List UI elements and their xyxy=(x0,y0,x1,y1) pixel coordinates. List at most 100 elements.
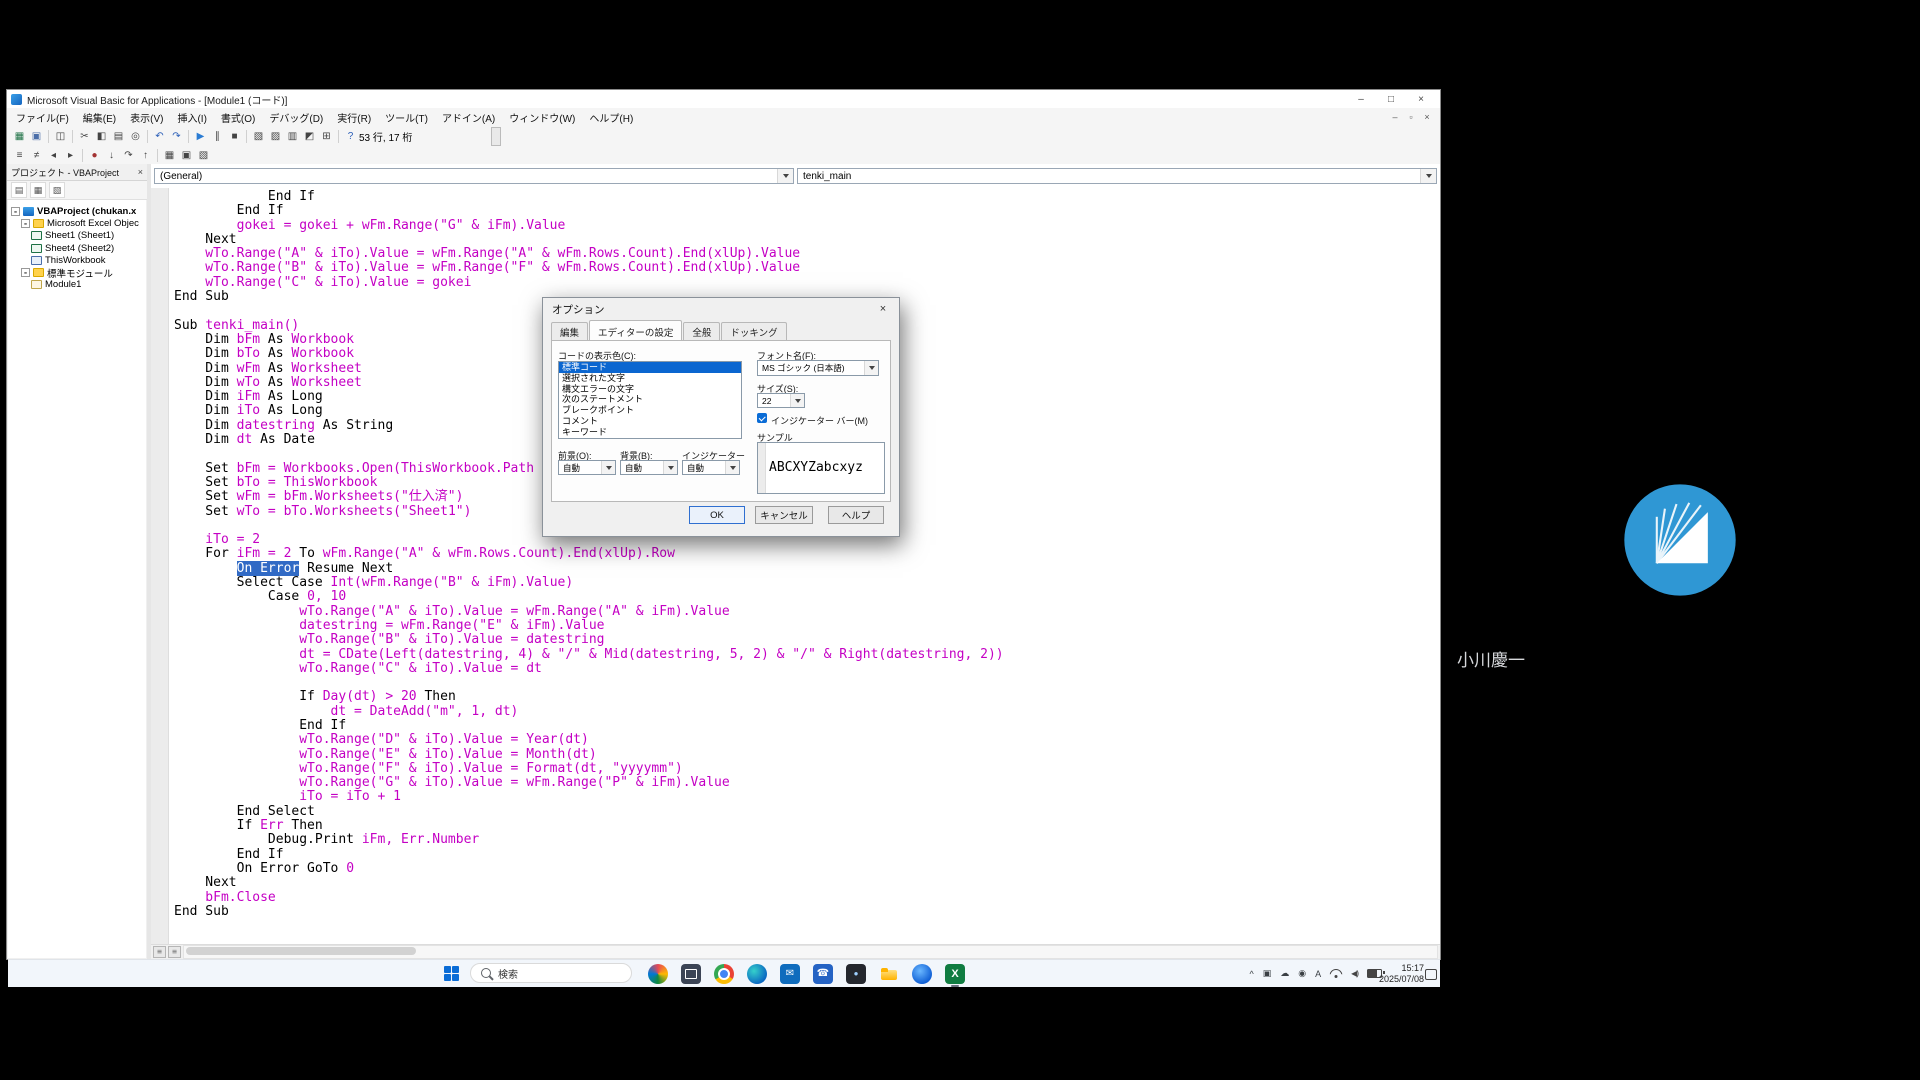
child-minimize-button[interactable]: – xyxy=(1387,112,1403,122)
view-excel-icon[interactable]: ▦ xyxy=(12,129,27,144)
color-list-item-3[interactable]: 次のステートメント xyxy=(559,394,741,405)
menu-item-1[interactable]: 編集(E) xyxy=(76,108,123,126)
copy-icon[interactable]: ◧ xyxy=(94,129,109,144)
indicator-dropdown[interactable]: 自動 xyxy=(682,460,740,475)
toggle-breakpoint-icon[interactable]: ● xyxy=(87,148,102,163)
design-mode-icon[interactable]: ▧ xyxy=(251,129,266,144)
taskview-icon[interactable] xyxy=(681,964,701,984)
ime-icon[interactable]: A xyxy=(1315,969,1321,979)
indicator-margin[interactable] xyxy=(151,188,169,945)
options-dialog-titlebar[interactable]: オプション xyxy=(543,298,899,320)
volume-icon[interactable]: ◀) xyxy=(1351,969,1358,978)
view-object-icon[interactable]: ▦ xyxy=(30,182,46,198)
indent-icon[interactable]: ▸ xyxy=(63,148,78,163)
find-icon[interactable]: ◎ xyxy=(128,129,143,144)
run-icon[interactable]: ▶ xyxy=(193,129,208,144)
save-icon[interactable]: ◫ xyxy=(53,129,68,144)
menu-item-8[interactable]: アドイン(A) xyxy=(435,108,502,126)
onedrive-icon[interactable]: ☁ xyxy=(1280,968,1289,979)
phone-link-icon[interactable]: ☎ xyxy=(813,964,833,984)
scrollbar-thumb[interactable] xyxy=(186,947,416,955)
collapse-icon[interactable]: - xyxy=(21,268,30,277)
tree-item-module1[interactable]: Module1 xyxy=(8,279,146,291)
immediate-window-icon[interactable]: ▣ xyxy=(179,148,194,163)
tree-item-modules-folder[interactable]: -標準モジュール xyxy=(8,266,146,278)
outdent-icon[interactable]: ◂ xyxy=(46,148,61,163)
excel-icon[interactable]: X xyxy=(945,964,965,984)
video-app-icon[interactable]: ● xyxy=(846,964,866,984)
menu-item-6[interactable]: 実行(R) xyxy=(330,108,378,126)
font-name-dropdown-arrow[interactable] xyxy=(864,361,878,375)
outlook-icon[interactable]: ✉ xyxy=(780,964,800,984)
redo-icon[interactable]: ↷ xyxy=(169,129,184,144)
tree-item-sheet1[interactable]: Sheet1 (Sheet1) xyxy=(8,230,146,242)
horizontal-scrollbar[interactable]: ≡ ≡ xyxy=(151,944,1440,959)
options-tab-1[interactable]: エディターの設定 xyxy=(589,320,682,341)
tree-item-excel-objects[interactable]: -Microsoft Excel Objec xyxy=(8,217,146,229)
project-explorer-icon[interactable]: ▨ xyxy=(268,129,283,144)
collapse-icon[interactable]: - xyxy=(21,219,30,228)
object-dropdown-arrow[interactable] xyxy=(777,169,793,183)
titlebar[interactable]: Microsoft Visual Basic for Applications … xyxy=(7,90,1440,109)
options-tab-2[interactable]: 全般 xyxy=(683,322,720,341)
cut-icon[interactable]: ✂ xyxy=(77,129,92,144)
ok-button[interactable]: OK xyxy=(689,506,745,524)
menu-item-5[interactable]: デバッグ(D) xyxy=(262,108,330,126)
file-explorer-icon[interactable] xyxy=(879,964,899,984)
background-dropdown-arrow[interactable] xyxy=(663,461,677,474)
cancel-button[interactable]: キャンセル xyxy=(755,506,813,524)
properties-window-icon[interactable]: ▥ xyxy=(285,129,300,144)
project-explorer-header[interactable]: プロジェクト - VBAProject × xyxy=(7,164,147,181)
menu-item-4[interactable]: 書式(O) xyxy=(214,108,262,126)
browser-icon[interactable] xyxy=(912,964,932,984)
split-handle-icon[interactable]: ≡ xyxy=(168,946,181,958)
locals-window-icon[interactable]: ▦ xyxy=(162,148,177,163)
procedure-dropdown-arrow[interactable] xyxy=(1420,169,1436,183)
color-list-item-6[interactable]: キーワード xyxy=(559,427,741,438)
wifi-icon[interactable] xyxy=(1330,969,1342,978)
teams-icon[interactable]: ◉ xyxy=(1298,968,1306,979)
break-icon[interactable]: ∥ xyxy=(210,129,225,144)
tree-item-sheet4[interactable]: Sheet4 (Sheet2) xyxy=(8,242,146,254)
toolbox-icon[interactable]: ⊞ xyxy=(319,129,334,144)
chrome-icon[interactable] xyxy=(714,964,734,984)
insert-userform-icon[interactable]: ▣ xyxy=(29,129,44,144)
background-dropdown[interactable]: 自動 xyxy=(620,460,678,475)
menu-item-7[interactable]: ツール(T) xyxy=(378,108,435,126)
child-restore-button[interactable]: ▫ xyxy=(1403,112,1419,122)
comment-block-icon[interactable]: ≡ xyxy=(12,148,27,163)
step-into-icon[interactable]: ↓ xyxy=(104,148,119,163)
project-explorer-close-icon[interactable]: × xyxy=(138,167,143,177)
start-button[interactable] xyxy=(444,966,459,981)
font-size-dropdown-arrow[interactable] xyxy=(790,394,804,407)
undo-icon[interactable]: ↶ xyxy=(152,129,167,144)
color-list-item-4[interactable]: ブレークポイント xyxy=(559,405,741,416)
child-close-button[interactable]: × xyxy=(1419,112,1435,122)
font-size-dropdown[interactable]: 22 xyxy=(757,393,805,408)
scrollbar-track[interactable] xyxy=(183,945,1438,959)
color-list-item-0[interactable]: 標準コード xyxy=(559,362,741,373)
object-browser-icon[interactable]: ◩ xyxy=(302,129,317,144)
close-button[interactable]: × xyxy=(1406,91,1436,108)
indicator-bar-checkbox[interactable] xyxy=(757,413,767,423)
paste-icon[interactable]: ▤ xyxy=(111,129,126,144)
procedure-dropdown[interactable]: tenki_main xyxy=(797,168,1437,184)
toggle-folders-icon[interactable]: ▧ xyxy=(49,182,65,198)
menu-item-9[interactable]: ウィンドウ(W) xyxy=(502,108,582,126)
view-code-icon[interactable]: ▤ xyxy=(11,182,27,198)
menu-item-3[interactable]: 挿入(I) xyxy=(170,108,213,126)
maximize-button[interactable]: □ xyxy=(1376,91,1406,108)
indicator-dropdown-arrow[interactable] xyxy=(725,461,739,474)
options-tab-3[interactable]: ドッキング xyxy=(721,322,786,341)
menu-item-0[interactable]: ファイル(F) xyxy=(9,108,76,126)
tray-chevron-icon[interactable]: ^ xyxy=(1250,969,1254,979)
uncomment-block-icon[interactable]: ≠ xyxy=(29,148,44,163)
notification-icon[interactable] xyxy=(1425,969,1437,980)
help-icon[interactable]: ? xyxy=(343,129,358,144)
color-list-item-2[interactable]: 構文エラーの文字 xyxy=(559,384,741,395)
toolbar-handle[interactable] xyxy=(491,127,501,146)
foreground-dropdown[interactable]: 自動 xyxy=(558,460,616,475)
tray-widget-icon[interactable]: ▣ xyxy=(1263,968,1272,979)
color-list-item-5[interactable]: コメント xyxy=(559,416,741,427)
taskbar-clock[interactable]: 15:17 2025/07/08 xyxy=(1379,963,1424,984)
